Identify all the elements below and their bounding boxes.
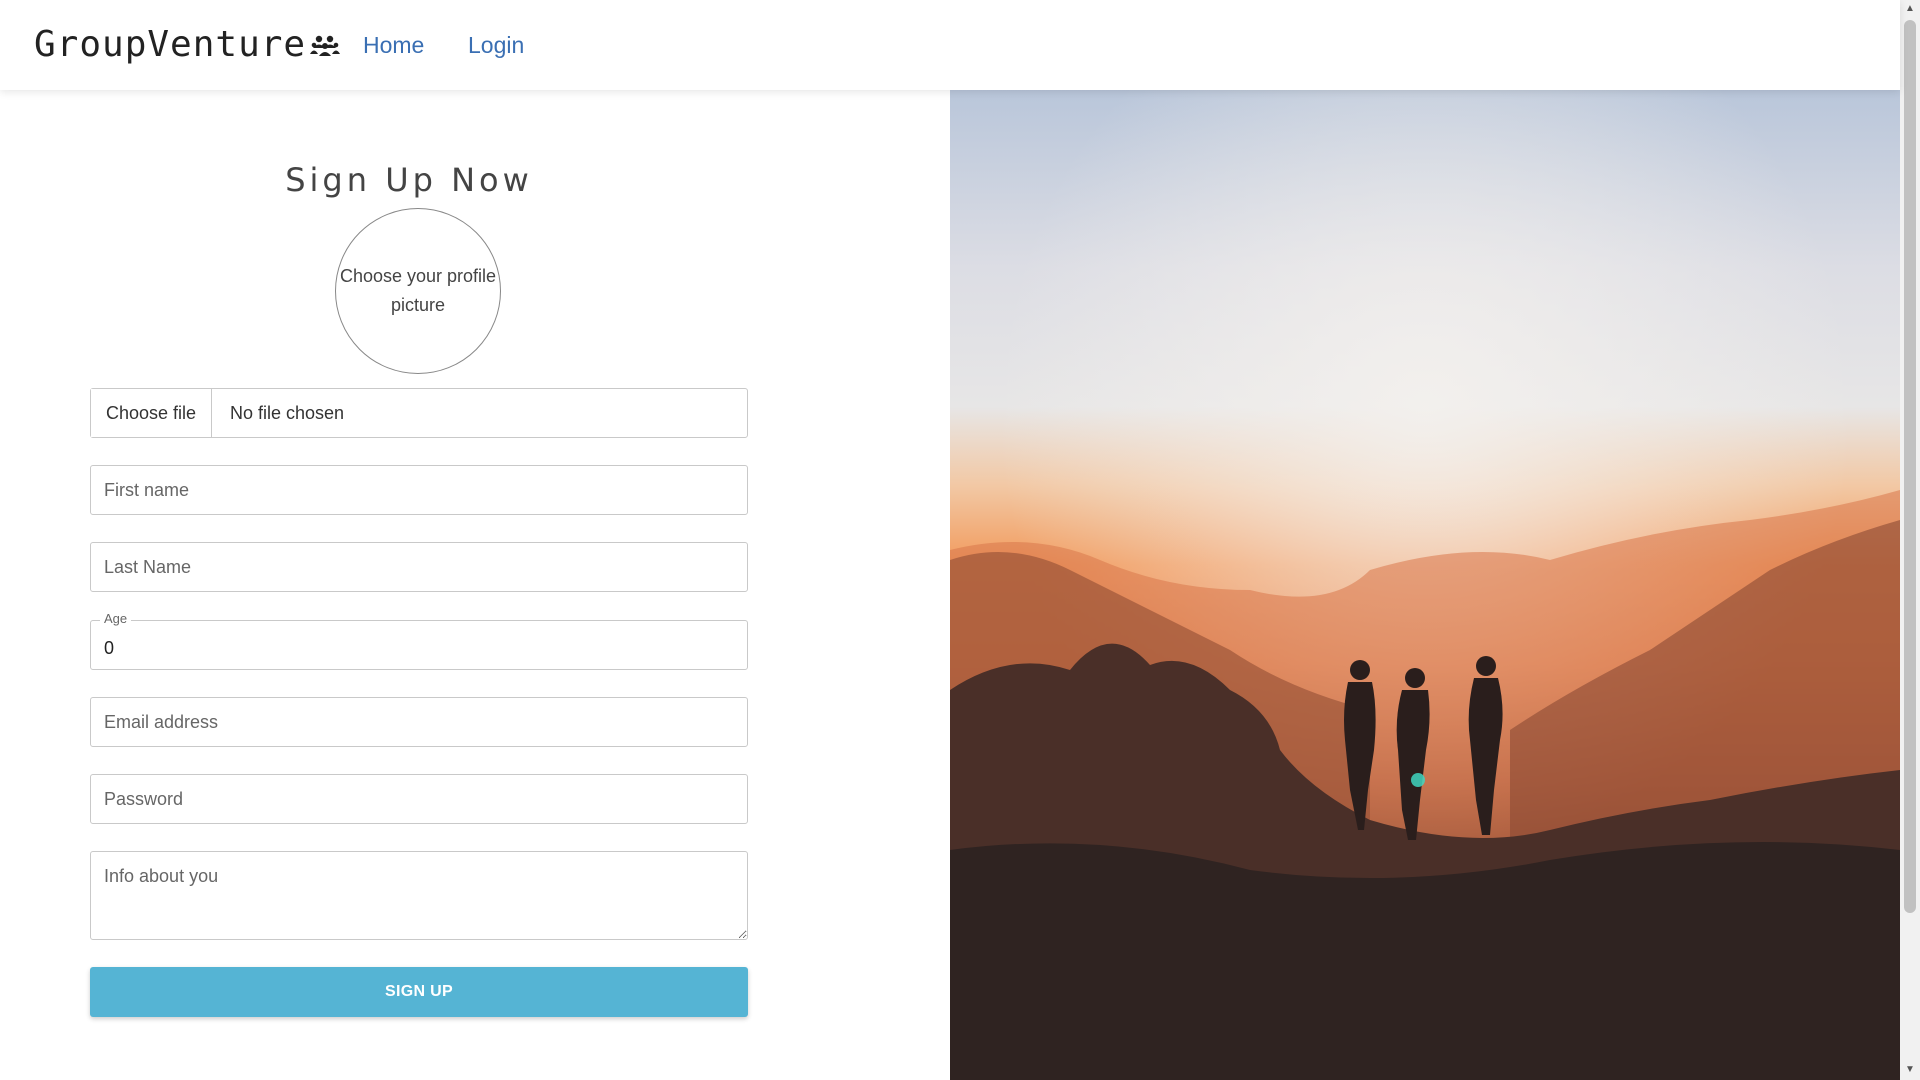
- email-field[interactable]: [90, 697, 748, 747]
- scrollbar-thumb[interactable]: [1904, 20, 1916, 913]
- nav-home-link[interactable]: Home: [363, 32, 424, 59]
- age-label: Age: [100, 611, 132, 626]
- first-name-field[interactable]: [90, 465, 748, 515]
- hero-photo: [950, 90, 1900, 1080]
- scroll-down-arrow-icon[interactable]: ▼: [1905, 1064, 1915, 1075]
- page-scrollbar[interactable]: ▲ ▼: [1900, 0, 1920, 1080]
- brand-logo[interactable]: GroupVenture: [34, 24, 341, 65]
- page-title: Sign Up Now: [285, 161, 533, 200]
- last-name-field[interactable]: [90, 542, 748, 592]
- info-about-you-field[interactable]: [90, 851, 748, 940]
- scroll-up-arrow-icon[interactable]: ▲: [1905, 3, 1915, 14]
- brand-name: GroupVenture: [34, 24, 307, 65]
- nav-login-link[interactable]: Login: [468, 32, 524, 59]
- group-icon: [310, 35, 341, 56]
- profile-picture-prompt: Choose your profile picture: [339, 266, 497, 315]
- file-status: No file chosen: [230, 402, 345, 423]
- signup-button[interactable]: SIGN UP: [90, 967, 748, 1017]
- signup-form-panel: Sign Up Now Choose your profile picture …: [0, 90, 950, 1080]
- password-field[interactable]: [90, 774, 748, 824]
- age-field[interactable]: [90, 620, 748, 670]
- top-navbar: GroupVenture Home Login: [0, 0, 1900, 90]
- age-field-group: Age: [90, 611, 748, 670]
- sunset-hikers-image: [950, 90, 1900, 1080]
- profile-picture-picker[interactable]: Choose your profile picture: [335, 208, 501, 374]
- file-input[interactable]: Choose file No file chosen: [90, 388, 748, 438]
- choose-file-button[interactable]: Choose file: [91, 389, 212, 437]
